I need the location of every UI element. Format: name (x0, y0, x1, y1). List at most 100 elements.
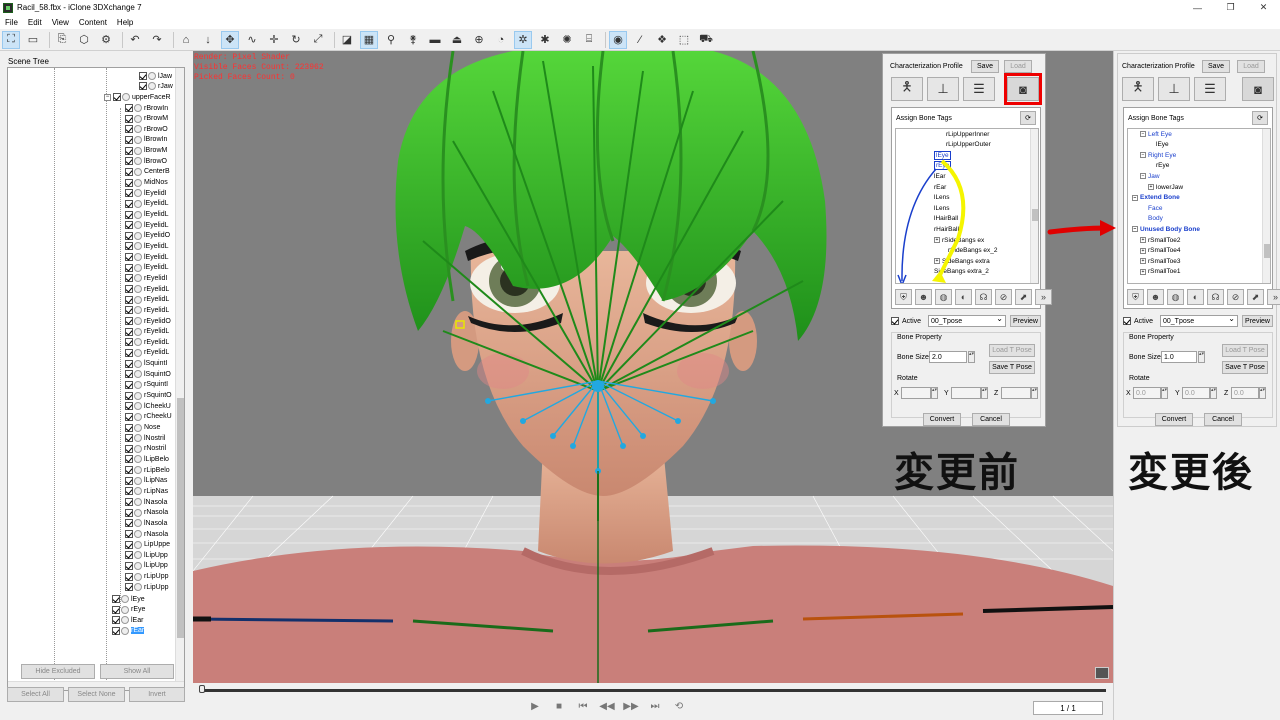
bone-size-input[interactable]: 1.0 (1161, 351, 1197, 363)
cancel-button[interactable]: Cancel (972, 413, 1010, 426)
close-button[interactable]: ✕ (1247, 0, 1280, 15)
rotate-x-input[interactable]: 0.0 (1133, 387, 1161, 399)
timeline-track[interactable] (201, 689, 1106, 692)
scene-tree-row[interactable]: lEyelidL (125, 199, 169, 209)
visibility-checkbox[interactable] (125, 402, 133, 411)
scene-tree-row[interactable]: lCheekU (125, 401, 171, 411)
bone-tree-vscroll[interactable] (1262, 129, 1270, 283)
rotate-z-spinner[interactable]: ▴▾ (1031, 387, 1038, 399)
invert-button[interactable]: Invert (129, 687, 185, 702)
rotate-y-spinner[interactable]: ▴▾ (981, 387, 988, 399)
visibility-checkbox[interactable] (125, 135, 133, 144)
visibility-checkbox[interactable] (125, 253, 133, 262)
scene-tree-row[interactable]: lSquintO (125, 369, 171, 379)
head-icon[interactable]: ◍ (935, 289, 952, 305)
scene-tree-row[interactable]: rLipUpp (125, 572, 169, 582)
skip-end-icon[interactable]: ⏭ (643, 701, 667, 712)
scene-tree-row[interactable]: rEyelidO (125, 316, 171, 326)
texture-icon[interactable]: ⬚ (675, 31, 693, 49)
visibility-checkbox[interactable] (139, 72, 147, 80)
forward-icon[interactable]: ▶▶ (619, 701, 643, 712)
bone-tree-item[interactable]: rEye (1156, 161, 1169, 171)
viewport-layout-icon[interactable] (1095, 667, 1109, 679)
scene-tree-row[interactable]: rBrowO (125, 124, 168, 134)
visibility-checkbox[interactable] (125, 583, 133, 592)
scene-tree-row[interactable]: lEye (112, 594, 145, 604)
visibility-checkbox[interactable] (112, 595, 120, 603)
tree-collapse-icon[interactable]: − (1132, 194, 1138, 201)
visibility-checkbox[interactable] (125, 519, 133, 528)
rotate-y-input[interactable]: 0.0 (1182, 387, 1210, 399)
scene-tree-row[interactable]: rNasola (125, 529, 168, 539)
scene-tree-row[interactable]: lLipUpp (125, 550, 168, 560)
visibility-checkbox[interactable] (125, 498, 133, 507)
bone-tree-item[interactable]: + rSmallToe3 (1140, 256, 1181, 266)
visibility-checkbox[interactable] (125, 444, 133, 453)
arrow-down-icon[interactable]: ↓ (199, 31, 217, 49)
bone-tree-item[interactable]: Face (1148, 203, 1162, 213)
convert-button[interactable]: Convert (923, 413, 961, 426)
spark-icon[interactable]: ✺ (558, 31, 576, 49)
pose-select[interactable]: 00_Tpose (1160, 314, 1238, 327)
menu-view[interactable]: View (47, 18, 74, 27)
show-all-button[interactable]: Show All (100, 664, 174, 679)
play-icon[interactable]: ▶ (523, 701, 547, 712)
scene-tree-row[interactable]: rEyelidI (125, 273, 167, 283)
rotate-z-input[interactable] (1001, 387, 1031, 399)
visibility-checkbox[interactable] (113, 93, 121, 101)
tree-expand-icon[interactable]: + (1140, 258, 1146, 265)
visibility-checkbox[interactable] (112, 626, 120, 635)
scene-tree-row[interactable]: rLipNas (125, 486, 168, 496)
profile-save-button[interactable]: Save (1202, 60, 1230, 73)
visibility-checkbox[interactable] (125, 455, 133, 464)
eye-icon[interactable]: ◐ (1187, 289, 1204, 305)
refresh-icon[interactable]: ⟳ (1020, 111, 1036, 125)
timeline-playhead[interactable] (199, 685, 205, 693)
select-all-button[interactable]: Select All (7, 687, 64, 702)
preview-button[interactable]: Preview (1242, 315, 1273, 327)
character-icon[interactable]: ✱ (536, 31, 554, 49)
map-face-icon[interactable]: ☻ (1147, 289, 1164, 305)
scene-tree-row[interactable]: lLipUpp (125, 561, 168, 571)
unmap-icon[interactable]: ☊ (975, 289, 992, 305)
rotate-z-input[interactable]: 0.0 (1231, 387, 1259, 399)
load-t-pose-button[interactable]: Load T Pose (1222, 344, 1268, 357)
visibility-checkbox[interactable] (125, 199, 133, 208)
menu-content[interactable]: Content (74, 18, 112, 27)
redo-icon[interactable]: ↷ (148, 31, 166, 49)
load-t-pose-button[interactable]: Load T Pose (989, 344, 1035, 357)
active-checkbox[interactable] (891, 317, 899, 325)
maximize-button[interactable]: ❐ (1214, 0, 1247, 15)
camera-icon[interactable]: ▬ (426, 31, 444, 49)
pose-select[interactable]: 00_Tpose (928, 314, 1006, 327)
bone-tree-item[interactable]: + rSmallToe2 (1140, 235, 1181, 245)
visibility-checkbox[interactable] (125, 167, 133, 176)
bone-tree-item[interactable]: − Left Eye (1140, 129, 1172, 139)
scene-tree-row[interactable]: rEyelidL (125, 337, 169, 347)
minimize-button[interactable]: — (1181, 0, 1214, 15)
scene-tree-row[interactable]: rSquintO (125, 391, 172, 401)
rotate-y-spinner[interactable]: ▴▾ (1210, 387, 1217, 399)
visibility-checkbox[interactable] (125, 317, 133, 325)
more-icon[interactable]: » (1035, 289, 1052, 305)
visibility-checkbox[interactable] (125, 412, 133, 421)
scene-tree-row[interactable]: − upperFaceR (104, 92, 171, 102)
visibility-checkbox[interactable] (125, 476, 133, 485)
move-icon[interactable]: ✥ (221, 30, 239, 49)
visibility-checkbox[interactable] (139, 82, 147, 90)
visibility-checkbox[interactable] (125, 231, 133, 240)
bone-size-spinner[interactable]: ▴▾ (968, 351, 975, 363)
hide-excluded-button[interactable]: Hide Excluded (21, 664, 95, 679)
wand-icon[interactable]: ⁄ (631, 31, 649, 49)
bone-tree-vscroll-thumb[interactable] (1264, 244, 1270, 258)
map-face-icon[interactable]: ☻ (915, 289, 932, 305)
tree-expand-icon[interactable]: + (1140, 268, 1146, 275)
visibility-checkbox[interactable] (125, 561, 133, 570)
scene-tree-row[interactable]: rBrowIn (125, 103, 168, 113)
bone-tree-item[interactable]: lEye (1156, 140, 1169, 150)
refresh-icon[interactable]: ⟳ (1252, 111, 1268, 125)
scene-tree-row[interactable]: rCheekU (125, 412, 172, 422)
scene-tree-row[interactable]: lEar (112, 615, 143, 625)
import-icon[interactable]: ⎘ (53, 31, 71, 49)
rotate-y-input[interactable] (951, 387, 981, 399)
